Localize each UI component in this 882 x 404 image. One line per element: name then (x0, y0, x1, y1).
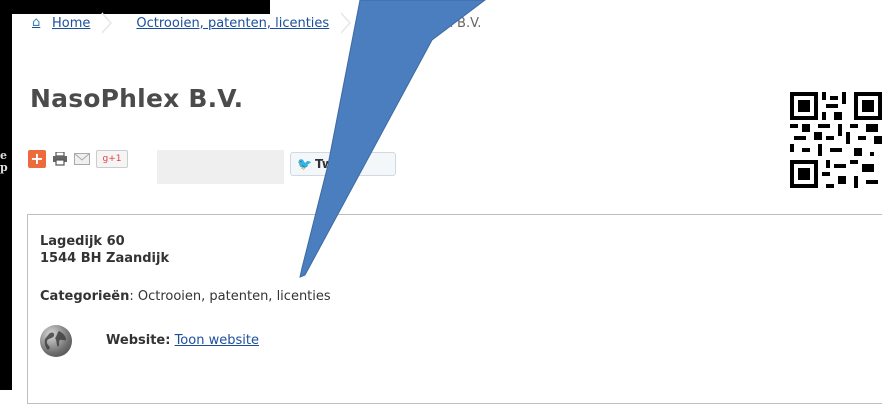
breadcrumb: ⌂ Home Octrooien, patenten, licenties x … (12, 8, 882, 38)
tweet-button[interactable]: 🐦 Twe (290, 152, 396, 176)
categories-label: Categorieën (40, 289, 130, 304)
tweet-label: Twe (314, 157, 342, 171)
home-icon: ⌂ (32, 15, 41, 30)
share-bar: + g+1 (28, 150, 128, 168)
breadcrumb-home-label: Home (52, 15, 91, 31)
breadcrumb-category[interactable]: Octrooien, patenten, licenties (116, 8, 341, 38)
address-line-city: 1544 BH Zaandijk (40, 251, 170, 266)
categories-colon: : (129, 289, 138, 304)
email-icon[interactable] (74, 151, 90, 167)
print-icon[interactable] (52, 151, 68, 167)
categories-value: Octrooien, patenten, licenties (137, 289, 331, 304)
website-row: Website: Toon website (106, 333, 259, 348)
page-title: NasoPhlex B.V. (30, 84, 244, 113)
add-share-icon[interactable]: + (28, 150, 46, 168)
address-line-street: Lagedijk 60 (40, 234, 125, 249)
website-label: Website: (106, 333, 171, 348)
categories: Categorieën: Octrooien, patenten, licent… (40, 289, 331, 304)
breadcrumb-current: x B.V. (445, 15, 482, 31)
qr-code (790, 92, 882, 188)
breadcrumb-separator (340, 8, 355, 38)
left-black-edge (0, 14, 12, 390)
left-edge-text: e p (0, 150, 8, 174)
globe-icon (40, 325, 72, 357)
breadcrumb-separator (101, 8, 116, 38)
website-link[interactable]: Toon website (175, 333, 259, 348)
gplus-icon[interactable]: g+1 (96, 150, 128, 168)
twitter-icon: 🐦 (297, 157, 312, 171)
address: Lagedijk 60 1544 BH Zaandijk (40, 233, 169, 267)
share-counter-field (157, 150, 284, 184)
breadcrumb-home[interactable]: ⌂ Home (12, 8, 102, 38)
